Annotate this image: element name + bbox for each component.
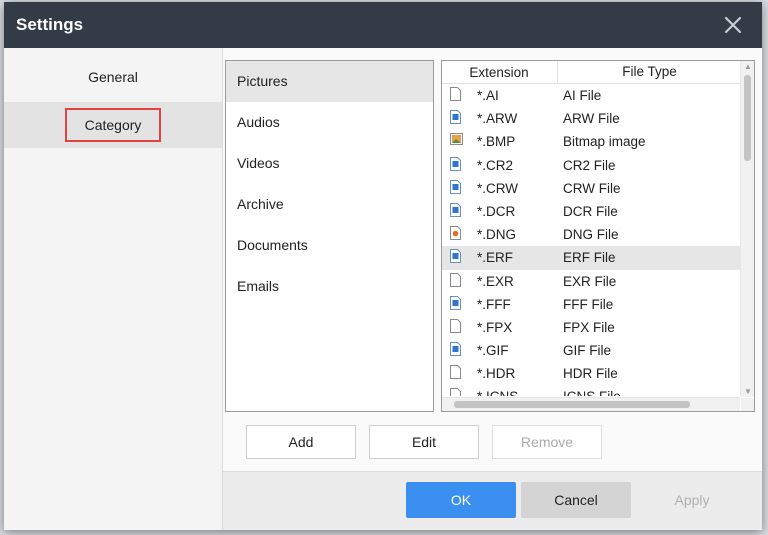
blue-image-file-icon <box>450 179 461 194</box>
cell-extension: *.DNG <box>477 227 517 243</box>
cell-extension: *.ICNS <box>477 389 518 396</box>
table-row[interactable]: *.ERF ERF File <box>442 246 740 270</box>
close-icon[interactable] <box>718 10 748 40</box>
cell-extension: *.FFF <box>477 296 511 312</box>
horizontal-scrollbar[interactable] <box>442 397 740 411</box>
category-item-emails[interactable]: Emails <box>226 266 433 307</box>
cell-file-type: GIF File <box>563 343 612 359</box>
table-row[interactable]: *.ICNS ICNS File <box>442 385 740 396</box>
table-row[interactable]: *.EXR EXR File <box>442 270 740 293</box>
category-item-archive[interactable]: Archive <box>226 184 433 225</box>
table-header: Extension File Type <box>442 61 740 84</box>
scroll-corner <box>741 398 754 411</box>
table-row[interactable]: *.CRW CRW File <box>442 177 740 200</box>
blue-image-file-icon <box>450 249 461 264</box>
cell-file-type: DCR File <box>563 203 618 219</box>
category-item-videos[interactable]: Videos <box>226 143 433 184</box>
blue-image-file-icon <box>450 342 461 357</box>
blank-file-icon <box>450 318 461 333</box>
orange-image-file-icon <box>450 226 461 241</box>
add-button[interactable]: Add <box>246 425 356 459</box>
cell-extension: *.EXR <box>477 273 514 289</box>
category-item-documents[interactable]: Documents <box>226 225 433 266</box>
nav-item-label: General <box>88 69 138 85</box>
cell-file-type: ARW File <box>563 111 620 127</box>
table-row[interactable]: *.GIF GIF File <box>442 339 740 362</box>
cell-file-type: CR2 File <box>563 157 616 173</box>
table-row[interactable]: *.CR2 CR2 File <box>442 154 740 177</box>
edit-button[interactable]: Edit <box>369 425 479 459</box>
category-item-pictures[interactable]: Pictures <box>226 61 433 102</box>
category-item-audios[interactable]: Audios <box>226 102 433 143</box>
dialog-footer: OK Cancel Apply <box>223 471 762 530</box>
table-row[interactable]: *.DNG DNG File <box>442 223 740 246</box>
table-row[interactable]: *.FFF FFF File <box>442 293 740 316</box>
nav-item-category[interactable]: Category <box>4 102 222 148</box>
column-header-file-type[interactable]: File Type <box>557 61 741 83</box>
cell-file-type: FFF File <box>563 296 614 312</box>
blue-image-file-icon <box>450 295 461 310</box>
table-row[interactable]: *.AI AI File <box>442 84 740 107</box>
cell-file-type: HDR File <box>563 366 618 382</box>
cell-file-type: FPX File <box>563 319 615 335</box>
cell-extension: *.HDR <box>477 366 516 382</box>
cell-file-type: ERF File <box>563 250 616 266</box>
blank-file-icon <box>450 388 461 396</box>
settings-dialog: Settings General Category Pictures Audio… <box>4 2 762 530</box>
cell-file-type: DNG File <box>563 227 619 243</box>
cell-extension: *.CR2 <box>477 157 514 173</box>
cell-extension: *.FPX <box>477 319 513 335</box>
cell-extension: *.CRW <box>477 180 519 196</box>
table-row[interactable]: *.DCR DCR File <box>442 200 740 223</box>
cell-file-type: ICNS File <box>563 389 621 396</box>
scroll-down-icon[interactable]: ▼ <box>744 387 752 396</box>
table-body: *.AI AI File *.ARW ARW File *.BMP Bitmap imag… <box>442 84 740 396</box>
cell-file-type: EXR File <box>563 273 617 289</box>
scroll-up-icon[interactable]: ▲ <box>744 62 752 71</box>
nav-item-general[interactable]: General <box>4 54 222 100</box>
cell-extension: *.AI <box>477 88 499 103</box>
cell-extension: *.ERF <box>477 250 514 266</box>
cell-extension: *.GIF <box>477 343 509 359</box>
category-list: Pictures Audios Videos Archive Documents… <box>225 60 434 412</box>
blue-image-file-icon <box>450 110 461 125</box>
nav-item-label: Category <box>64 108 162 142</box>
settings-nav: General Category <box>4 48 222 530</box>
table-row[interactable]: *.HDR HDR File <box>442 362 740 385</box>
horizontal-scroll-thumb[interactable] <box>454 401 690 408</box>
cell-file-type: AI File <box>563 88 602 103</box>
cell-extension: *.BMP <box>477 134 516 150</box>
column-header-extension[interactable]: Extension <box>442 65 556 80</box>
remove-button[interactable]: Remove <box>492 425 602 459</box>
table-row[interactable]: *.ARW ARW File <box>442 107 740 130</box>
cell-file-type: CRW File <box>563 180 621 196</box>
blue-image-file-icon <box>450 202 461 217</box>
cancel-button[interactable]: Cancel <box>521 482 631 518</box>
ok-button[interactable]: OK <box>406 482 516 518</box>
cell-extension: *.DCR <box>477 203 516 219</box>
blank-file-icon <box>450 87 461 101</box>
bitmap-icon <box>450 133 463 147</box>
title-bar: Settings <box>4 2 762 48</box>
file-type-table: Extension File Type *.AI AI File *.ARW ARW … <box>441 60 755 412</box>
apply-button[interactable]: Apply <box>637 482 747 518</box>
blank-file-icon <box>450 365 461 380</box>
vertical-scroll-thumb[interactable] <box>744 75 751 161</box>
table-row[interactable]: *.BMP Bitmap image <box>442 130 740 153</box>
cell-extension: *.ARW <box>477 111 518 127</box>
category-panel: Pictures Audios Videos Archive Documents… <box>222 48 762 530</box>
vertical-scrollbar[interactable]: ▲ ▼ <box>740 61 754 397</box>
table-row[interactable]: *.FPX FPX File <box>442 316 740 339</box>
blue-image-file-icon <box>450 156 461 171</box>
cell-file-type: Bitmap image <box>563 134 646 150</box>
dialog-title: Settings <box>16 15 84 34</box>
blank-file-icon <box>450 272 461 287</box>
